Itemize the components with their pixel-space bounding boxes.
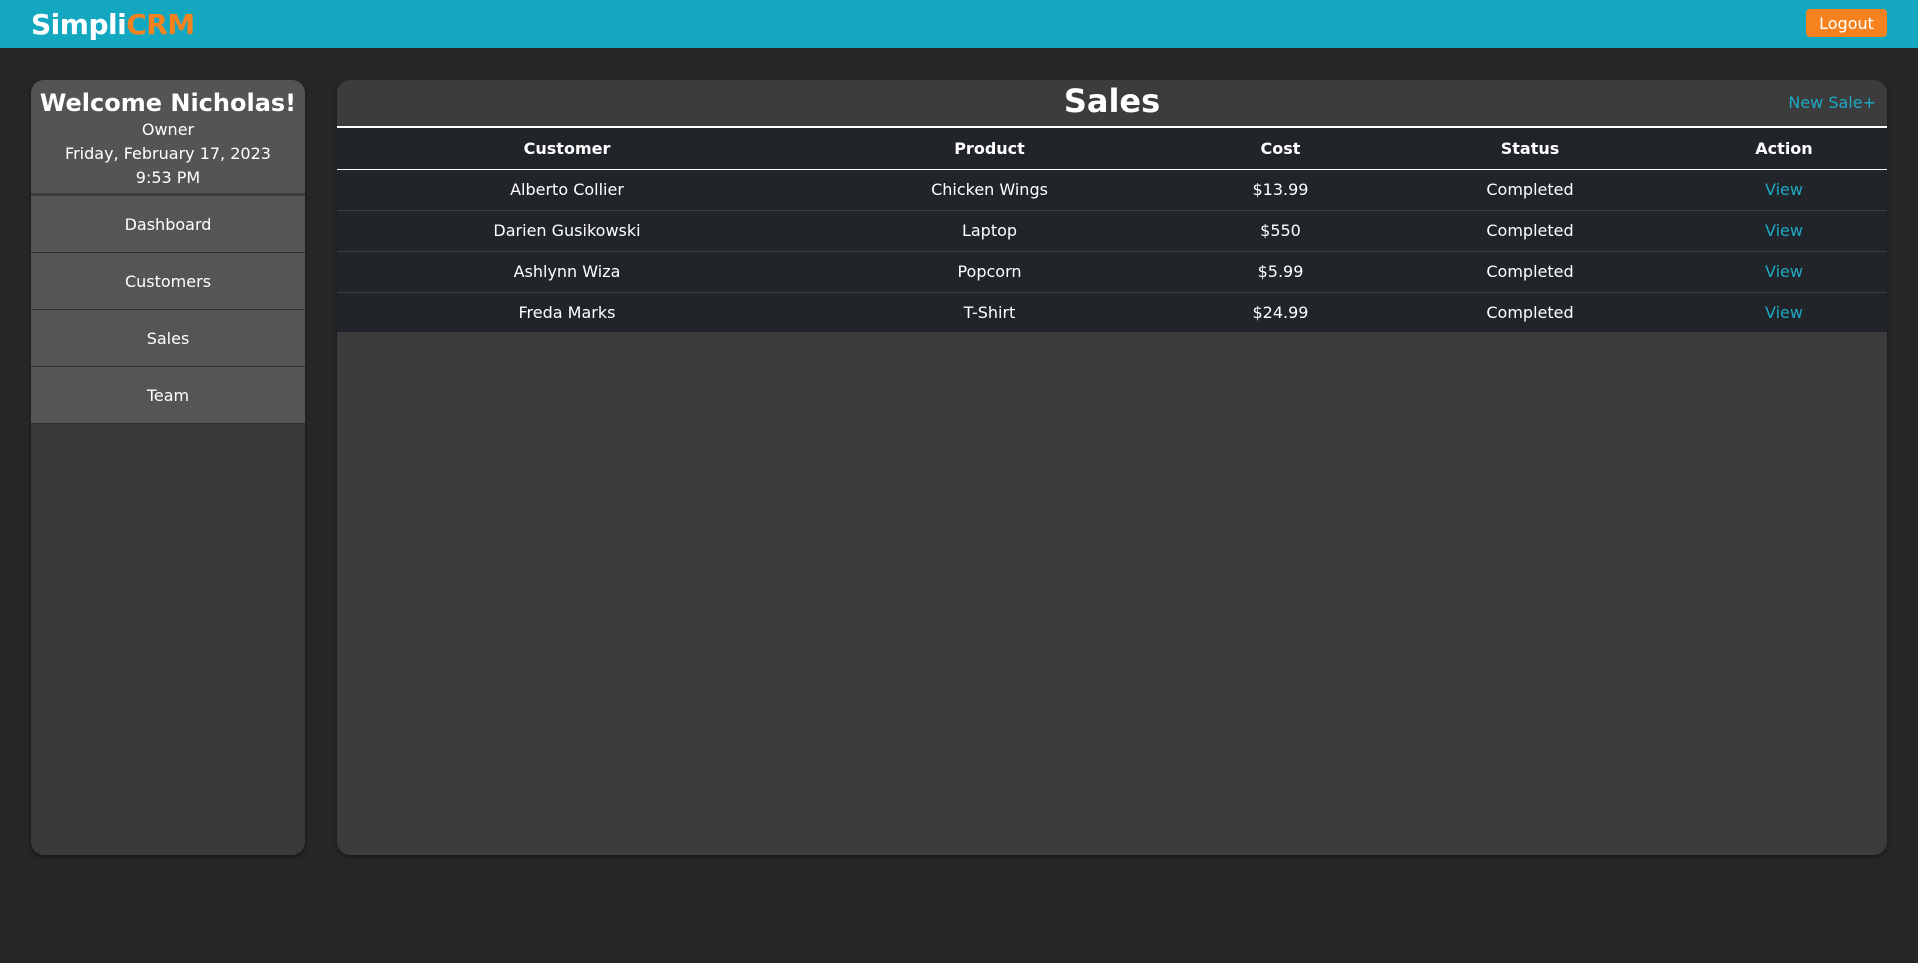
sidebar-item-sales[interactable]: Sales: [31, 310, 305, 367]
cell-action: View: [1681, 169, 1887, 211]
cell-product: T-Shirt: [797, 292, 1182, 332]
new-sale-link[interactable]: New Sale+: [1788, 93, 1876, 112]
column-header-product: Product: [797, 128, 1182, 170]
cell-cost: $550: [1182, 210, 1379, 252]
column-header-cost: Cost: [1182, 128, 1379, 170]
sales-panel: Sales New Sale+ Customer Product Cost St…: [337, 80, 1887, 855]
table-row: Freda Marks T-Shirt $24.99 Completed Vie…: [337, 292, 1887, 332]
cell-action: View: [1681, 292, 1887, 332]
cell-action: View: [1681, 210, 1887, 252]
sidebar-item-team[interactable]: Team: [31, 367, 305, 424]
sidebar: Welcome Nicholas! Owner Friday, February…: [31, 80, 305, 855]
cell-customer: Alberto Collier: [337, 169, 797, 211]
logout-button[interactable]: Logout: [1806, 9, 1887, 37]
column-header-status: Status: [1379, 128, 1681, 170]
cell-product: Popcorn: [797, 251, 1182, 293]
view-link[interactable]: View: [1765, 262, 1803, 281]
cell-status: Completed: [1379, 210, 1681, 252]
cell-cost: $13.99: [1182, 169, 1379, 211]
cell-action: View: [1681, 251, 1887, 293]
top-navbar: SimpliCRM Logout: [0, 0, 1918, 48]
view-link[interactable]: View: [1765, 221, 1803, 240]
view-link[interactable]: View: [1765, 180, 1803, 199]
page-title: Sales: [1063, 82, 1161, 120]
column-header-customer: Customer: [337, 128, 797, 170]
welcome-title: Welcome Nicholas!: [39, 89, 297, 117]
user-role: Owner: [141, 120, 195, 139]
brand-logo-part2: CRM: [126, 8, 195, 41]
sidebar-item-dashboard[interactable]: Dashboard: [31, 196, 305, 253]
cell-cost: $24.99: [1182, 292, 1379, 332]
sales-header: Sales New Sale+: [337, 80, 1887, 128]
cell-product: Laptop: [797, 210, 1182, 252]
table-row: Alberto Collier Chicken Wings $13.99 Com…: [337, 169, 1887, 211]
cell-customer: Darien Gusikowski: [337, 210, 797, 252]
current-time: 9:53 PM: [135, 168, 201, 187]
brand-logo[interactable]: SimpliCRM: [31, 8, 195, 41]
cell-cost: $5.99: [1182, 251, 1379, 293]
table-row: Darien Gusikowski Laptop $550 Completed …: [337, 210, 1887, 252]
cell-status: Completed: [1379, 251, 1681, 293]
table-header-row: Customer Product Cost Status Action: [337, 128, 1887, 170]
welcome-panel: Welcome Nicholas! Owner Friday, February…: [31, 80, 305, 196]
view-link[interactable]: View: [1765, 303, 1803, 322]
table-row: Ashlynn Wiza Popcorn $5.99 Completed Vie…: [337, 251, 1887, 293]
cell-product: Chicken Wings: [797, 169, 1182, 211]
cell-status: Completed: [1379, 169, 1681, 211]
cell-status: Completed: [1379, 292, 1681, 332]
cell-customer: Freda Marks: [337, 292, 797, 332]
cell-customer: Ashlynn Wiza: [337, 251, 797, 293]
brand-logo-part1: Simpli: [31, 8, 127, 41]
sales-table: Customer Product Cost Status Action Albe…: [337, 128, 1887, 332]
current-date: Friday, February 17, 2023: [65, 144, 271, 163]
column-header-action: Action: [1681, 128, 1887, 170]
sidebar-item-customers[interactable]: Customers: [31, 253, 305, 310]
